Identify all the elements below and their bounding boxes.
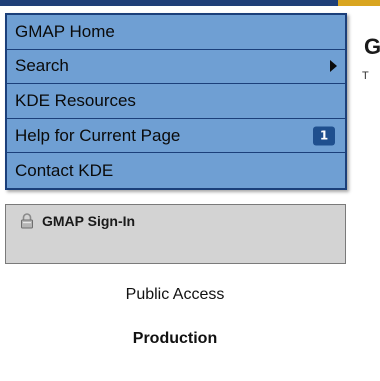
environment-label: Production: [132, 330, 218, 347]
menu-item-search[interactable]: Search: [7, 49, 345, 85]
signin-panel: GMAP Sign-In: [5, 204, 346, 264]
help-count-badge: 1: [313, 126, 335, 146]
dropdown-menu: GMAP Home Search KDE Resources Help for …: [5, 13, 347, 190]
menu-item-label: Search: [15, 56, 69, 76]
menu-item-help-current-page[interactable]: Help for Current Page 1: [7, 118, 345, 154]
page-heading-partial: G: [364, 36, 380, 58]
page-subtext-partial: T: [362, 70, 369, 82]
page: G T GMAP Sign-In Public Access Productio…: [0, 0, 380, 381]
header-accent: [338, 0, 380, 6]
menu-item-label: Help for Current Page: [15, 125, 181, 145]
access-mode-label: Public Access: [125, 286, 225, 303]
lock-icon: [20, 213, 34, 229]
signin-label: GMAP Sign-In: [42, 213, 136, 229]
menu-item-kde-resources[interactable]: KDE Resources: [7, 84, 345, 119]
menu-item-gmap-home[interactable]: GMAP Home: [7, 15, 345, 50]
triangle-right-icon: [330, 60, 337, 73]
top-header-strip: [0, 0, 380, 6]
menu-item-label: KDE Resources: [15, 90, 136, 110]
menu-item-contact-kde[interactable]: Contact KDE: [7, 153, 345, 188]
signin-link[interactable]: GMAP Sign-In: [20, 213, 135, 229]
menu-item-label: GMAP Home: [15, 21, 115, 41]
menu-item-label: Contact KDE: [15, 160, 114, 180]
